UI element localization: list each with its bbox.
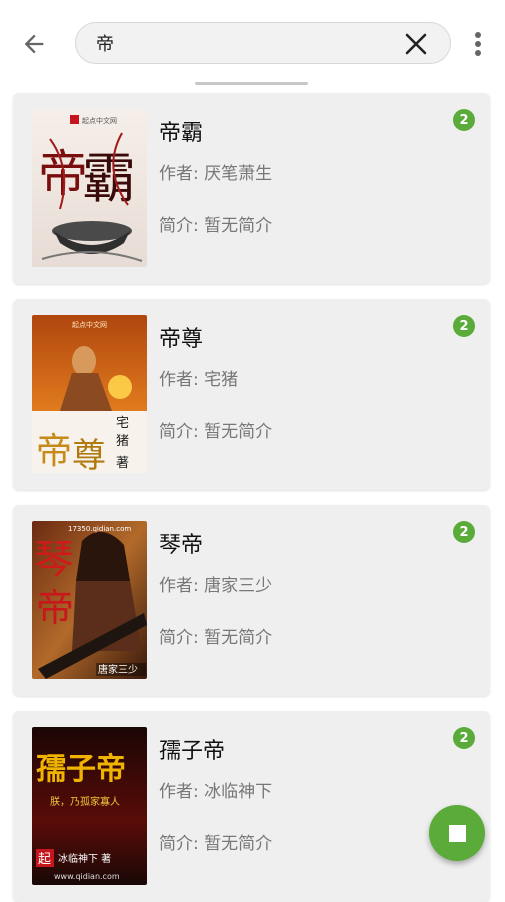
book-cover: 孺子帝 朕，乃孤家寡人 起 冰临神下 著 www.qidian.com (32, 727, 147, 885)
book-intro: 简介: 暂无简介 (159, 216, 273, 236)
stop-icon (448, 824, 466, 842)
cover-title-char: 帝 (36, 586, 74, 630)
book-card[interactable]: 孺子帝 朕，乃孤家寡人 起 冰临神下 著 www.qidian.com 孺子帝 … (13, 711, 490, 902)
source-count-badge: 2 (453, 109, 475, 131)
search-input[interactable] (96, 30, 386, 56)
book-title: 帝霸 (159, 121, 204, 146)
book-card[interactable]: 起点中文网 帝 霸 帝霸 作者: 厌笔萧生 简介: 暂无简介 2 (13, 93, 490, 284)
cover-publisher-text: 17350.qidian.com (68, 525, 131, 533)
cover-subtitle-text: 朕，乃孤家寡人 (50, 795, 120, 808)
close-icon (405, 33, 427, 55)
search-box (75, 22, 451, 64)
book-author: 作者: 冰临神下 (159, 782, 273, 802)
cover-author-char: 猪 (116, 434, 129, 449)
book-cover: 起点中文网 帝 霸 (32, 109, 147, 267)
book-cover: 17350.qidian.com 琴 帝 唐家三少 (32, 521, 147, 679)
cover-title-char: 帝 (36, 431, 72, 472)
cover-url-text: www.qidian.com (54, 872, 120, 881)
book-cover: 起点中文网 帝 尊 宅 猪 著 (32, 315, 147, 473)
stop-search-button[interactable] (429, 805, 485, 861)
cover-author-text: 唐家三少 (98, 663, 138, 676)
more-vert-icon (475, 32, 481, 56)
book-intro: 简介: 暂无简介 (159, 834, 273, 854)
back-button[interactable] (14, 24, 54, 64)
source-count-badge: 2 (453, 315, 475, 337)
book-author: 作者: 宅猪 (159, 370, 239, 390)
source-count-badge: 2 (453, 521, 475, 543)
book-author: 作者: 厌笔萧生 (159, 164, 273, 184)
book-author: 作者: 唐家三少 (159, 576, 273, 596)
scroll-indicator (195, 82, 308, 85)
cover-author-char: 著 (116, 456, 129, 471)
cover-title-char: 琴 (34, 537, 74, 583)
more-options-button[interactable] (462, 26, 494, 62)
source-count-badge: 2 (453, 727, 475, 749)
cover-publisher-text: 起点中文网 (72, 320, 107, 329)
cover-title-char: 霸 (82, 147, 136, 210)
book-title: 孺子帝 (159, 739, 226, 764)
book-intro: 简介: 暂无简介 (159, 628, 273, 648)
book-title: 帝尊 (159, 327, 204, 352)
arrow-left-icon (24, 34, 44, 54)
cover-title-text: 孺子帝 (36, 752, 126, 787)
book-card[interactable]: 17350.qidian.com 琴 帝 唐家三少 琴帝 作者: 唐家三少 简介… (13, 505, 490, 696)
cover-author-char: 宅 (116, 416, 129, 431)
book-intro: 简介: 暂无简介 (159, 422, 273, 442)
cover-title-char: 尊 (72, 436, 106, 473)
clear-search-button[interactable] (404, 32, 428, 56)
cover-publisher-text: 起点中文网 (82, 116, 117, 125)
book-card[interactable]: 起点中文网 帝 尊 宅 猪 著 帝尊 作者: 宅猪 简介: 暂无简介 2 (13, 299, 490, 490)
top-bar (0, 0, 505, 86)
cover-author-text: 冰临神下 著 (58, 852, 111, 865)
book-title: 琴帝 (159, 533, 204, 558)
cover-logo-text: 起 (38, 852, 51, 867)
